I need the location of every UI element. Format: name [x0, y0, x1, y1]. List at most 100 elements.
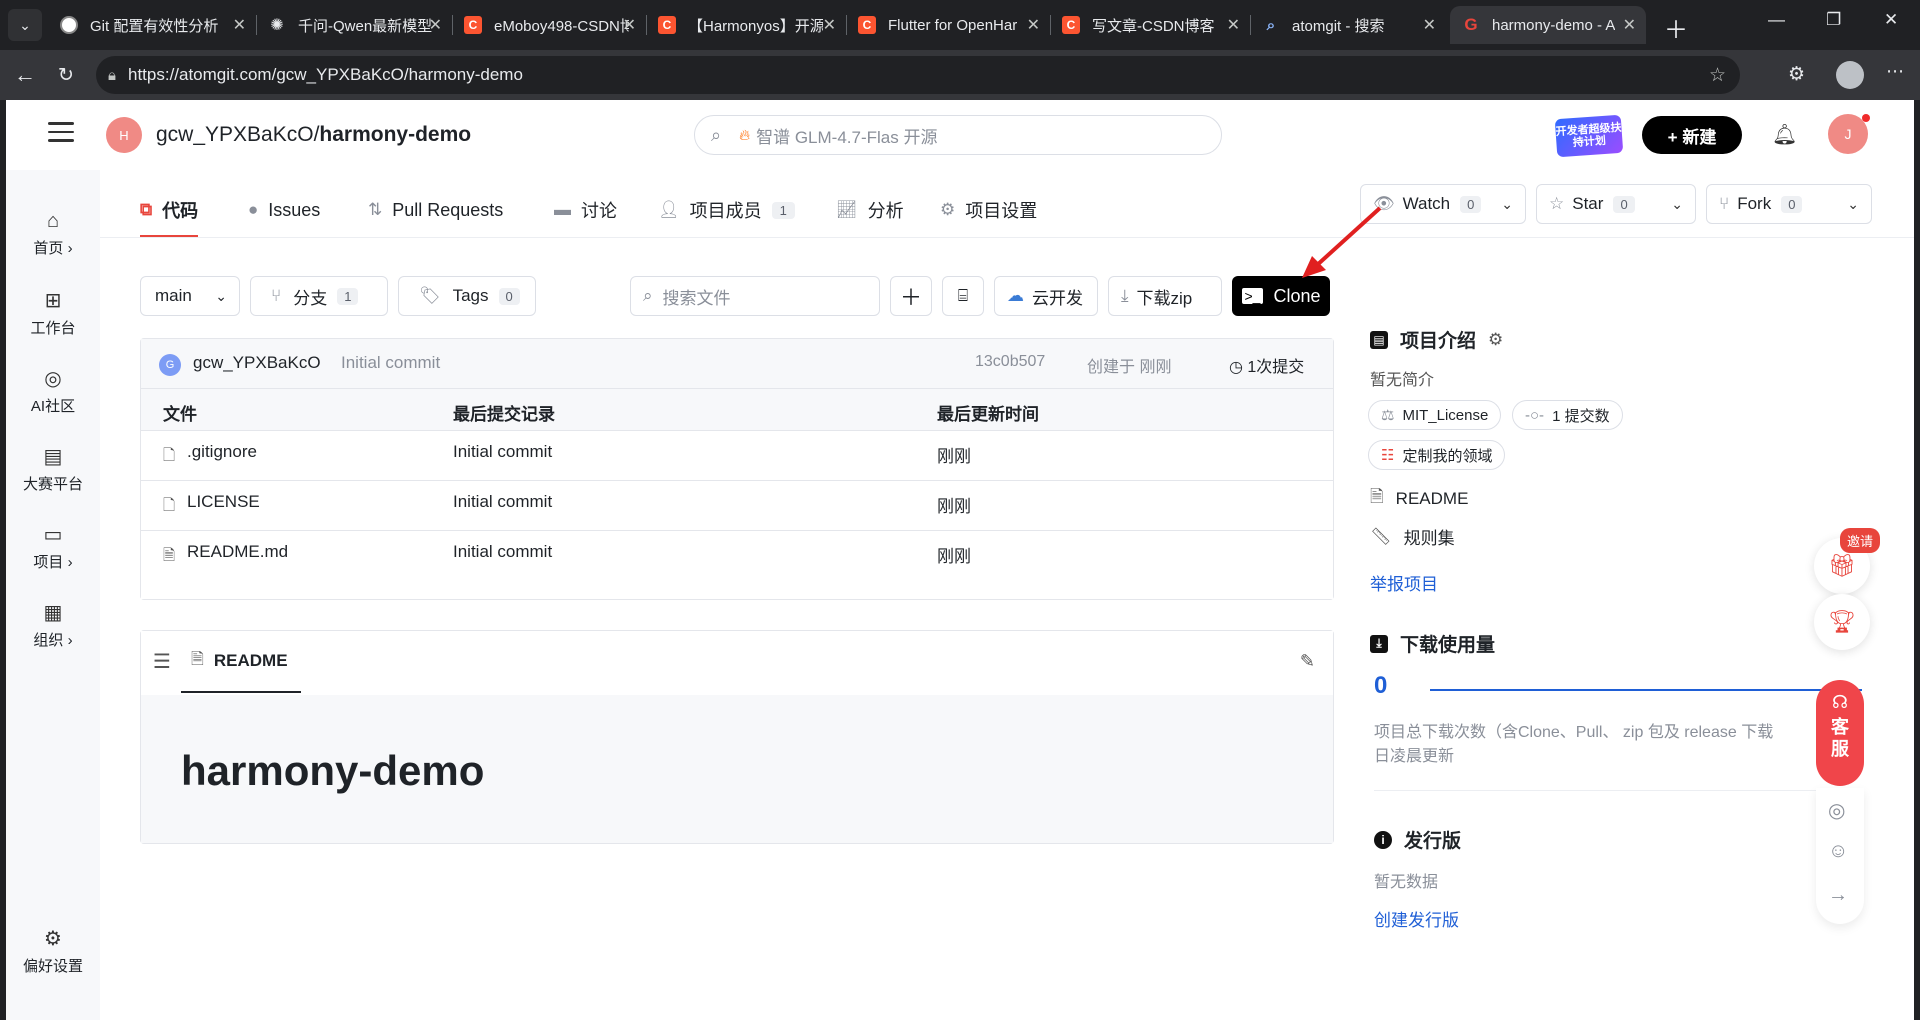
commits-badge[interactable]: -○- 1 提交数	[1512, 400, 1623, 430]
sidebar-item-projects[interactable]: ▭ 项目 ›	[6, 522, 100, 572]
browser-menu-icon[interactable]: ⋯	[1886, 61, 1904, 82]
commit-author[interactable]: gcw_YPXBaKcO	[193, 353, 321, 373]
branch-select[interactable]: main ⌄	[140, 276, 240, 316]
window-close-icon[interactable]: ✕	[1884, 10, 1898, 30]
cloud-dev-button[interactable]: ☁ 云开发	[994, 276, 1098, 316]
hamburger-menu-icon[interactable]	[48, 122, 74, 142]
repo-breadcrumb[interactable]: gcw_YPXBaKcO/harmony-demo	[156, 123, 471, 147]
report-project-link[interactable]: 举报项目	[1370, 570, 1438, 595]
tab-analytics[interactable]: 📈︎ 分析	[836, 182, 904, 238]
license-badge[interactable]: ⚖ MIT_License	[1368, 400, 1502, 430]
repo-avatar[interactable]: H	[106, 117, 142, 153]
site-info-icon[interactable]: 🔒︎	[108, 67, 116, 84]
tab-discussions[interactable]: ▬ 讨论	[554, 182, 617, 238]
trophy-widget[interactable]: 🏆︎	[1814, 594, 1870, 650]
table-row[interactable]: 🗋︎ LICENSE Initial commit 刚刚	[141, 481, 1333, 531]
file-name[interactable]: .gitignore	[187, 442, 257, 462]
tags-button[interactable]: 🏷︎ Tags 0	[398, 276, 536, 316]
clone-button[interactable]: >_ Clone	[1232, 276, 1330, 316]
reload-icon[interactable]: ↻	[58, 64, 74, 87]
feedback-smile-icon[interactable]: ☺	[1828, 840, 1848, 863]
address-bar[interactable]: 🔒︎ https://atomgit.com/gcw_YPXBaKcO/harm…	[96, 56, 1740, 94]
sidebar-item-ai-community[interactable]: ◎ AI社区	[6, 366, 100, 416]
browser-tab[interactable]: C eMoboy498-CSDN博 ✕	[452, 6, 646, 44]
chevron-down-icon[interactable]: ⌄	[1501, 196, 1513, 213]
invite-badge[interactable]: 邀请	[1840, 528, 1881, 553]
sidebar-item-competition[interactable]: ▤ 大赛平台	[6, 444, 100, 494]
repo-owner[interactable]: gcw_YPXBaKcO/	[156, 123, 319, 146]
sidebar-item-home[interactable]: ⌂ 首页 ›	[6, 210, 100, 258]
new-button[interactable]: + 新建	[1642, 116, 1742, 154]
chevron-down-icon[interactable]: ⌄	[1847, 196, 1859, 213]
restore-icon[interactable]: ❐	[1826, 10, 1841, 30]
file-commit[interactable]: Initial commit	[453, 542, 552, 562]
edit-pencil-icon[interactable]: ✎	[1300, 651, 1315, 672]
file-commit[interactable]: Initial commit	[453, 442, 552, 462]
browser-tab[interactable]: C 【Harmonyos】开源 ✕	[646, 6, 846, 44]
file-name[interactable]: README.md	[187, 542, 288, 562]
browser-tab[interactable]: ✺ 千问-Qwen最新模型 ✕	[256, 6, 452, 44]
sidebar-item-orgs[interactable]: ▦ 组织 ›	[6, 600, 100, 650]
watch-button[interactable]: 👁︎ Watch 0 ⌄	[1360, 184, 1526, 224]
browser-tab-active[interactable]: G harmony-demo - A ✕	[1450, 6, 1646, 44]
customize-domain-badge[interactable]: ☷ 定制我的领域	[1368, 440, 1506, 470]
tab-members[interactable]: 👤︎ 项目成员 1	[658, 182, 795, 238]
tab-code[interactable]: ⧉ 代码	[140, 182, 199, 238]
customer-service-button[interactable]: ☊ 客服	[1816, 680, 1864, 786]
profile-avatar[interactable]	[1836, 61, 1864, 89]
rules-link[interactable]: 📏︎ 规则集	[1370, 524, 1455, 549]
commit-total[interactable]: ◷ 1次提交	[1229, 353, 1304, 377]
sidebar-item-settings[interactable]: ⚙ 偏好设置	[6, 926, 100, 976]
bell-icon[interactable]: 🔔︎	[1772, 122, 1797, 147]
extensions-icon[interactable]: ⚙	[1788, 63, 1805, 86]
browser-tab[interactable]: C 写文章-CSDN博客 ✕	[1050, 6, 1250, 44]
add-file-button[interactable]: ＋	[890, 276, 932, 316]
close-icon[interactable]: ✕	[429, 15, 442, 35]
branches-button[interactable]: ⑂ 分支 1	[250, 276, 388, 316]
commit-sha[interactable]: 13c0b507	[975, 353, 1045, 371]
web-ide-button[interactable]: ⌸	[942, 276, 984, 316]
table-row[interactable]: 🗎︎ README.md Initial commit 刚刚	[141, 531, 1333, 599]
new-tab-icon[interactable]: ＋	[1664, 10, 1688, 45]
close-icon[interactable]: ✕	[1623, 15, 1636, 35]
gear-icon[interactable]: ⚙	[1488, 330, 1503, 350]
tab-settings[interactable]: ⚙ 项目设置	[940, 182, 1037, 238]
tab-search-menu-button[interactable]: ⌄	[8, 9, 42, 41]
browser-tab[interactable]: Git 配置有效性分析 ✕	[48, 6, 256, 44]
table-row[interactable]: 🗋︎ .gitignore Initial commit 刚刚	[141, 431, 1333, 481]
ai-assistant-icon[interactable]: ◎	[1828, 798, 1845, 823]
close-icon[interactable]: ✕	[623, 15, 636, 35]
close-icon[interactable]: ✕	[1423, 15, 1436, 35]
avatar[interactable]: G	[159, 354, 181, 376]
browser-tab[interactable]: C Flutter for OpenHar ✕	[846, 6, 1050, 44]
toc-list-icon[interactable]: ☰	[153, 649, 171, 674]
promo-badge[interactable]: 开发者超级扶持计划	[1554, 114, 1624, 158]
download-zip-button[interactable]: ⤓ 下载zip	[1108, 276, 1222, 316]
readme-link[interactable]: 🗎︎ README	[1370, 484, 1468, 513]
site-search-input[interactable]: ⌕ 🔥︎ 智谱 GLM-4.7-Flas 开源	[694, 115, 1222, 155]
url-text[interactable]: https://atomgit.com/gcw_YPXBaKcO/harmony…	[128, 65, 523, 85]
file-commit[interactable]: Initial commit	[453, 492, 552, 512]
readme-tab[interactable]: 🗎︎ README	[181, 631, 301, 693]
back-icon[interactable]: ←	[14, 62, 36, 88]
file-code-icon: 🗋︎	[163, 497, 176, 514]
minimize-icon[interactable]: —	[1768, 10, 1785, 30]
close-icon[interactable]: ✕	[1027, 15, 1040, 35]
star-button[interactable]: ☆ Star 0 ⌄	[1536, 184, 1696, 224]
bookmark-star-icon[interactable]: ☆	[1709, 64, 1726, 87]
close-icon[interactable]: ✕	[233, 15, 246, 35]
file-name[interactable]: LICENSE	[187, 492, 260, 512]
browser-tab[interactable]: ⌕ atomgit - 搜索 ✕	[1250, 6, 1446, 44]
repo-name[interactable]: harmony-demo	[319, 123, 471, 146]
chevron-down-icon[interactable]: ⌄	[1671, 196, 1683, 213]
tab-pull-requests[interactable]: ⇅ Pull Requests	[368, 182, 503, 238]
collapse-arrow-icon[interactable]: →	[1828, 884, 1848, 907]
file-search-input[interactable]: ⌕ 搜索文件	[630, 276, 880, 316]
close-icon[interactable]: ✕	[823, 15, 836, 35]
fork-button[interactable]: ⑂ Fork 0 ⌄	[1706, 184, 1872, 224]
sidebar-item-workbench[interactable]: ⊞ 工作台	[6, 288, 100, 338]
commit-message[interactable]: Initial commit	[341, 353, 440, 373]
close-icon[interactable]: ✕	[1227, 15, 1240, 35]
tab-issues[interactable]: ● Issues	[248, 182, 320, 238]
create-release-link[interactable]: 创建发行版	[1374, 906, 1459, 931]
